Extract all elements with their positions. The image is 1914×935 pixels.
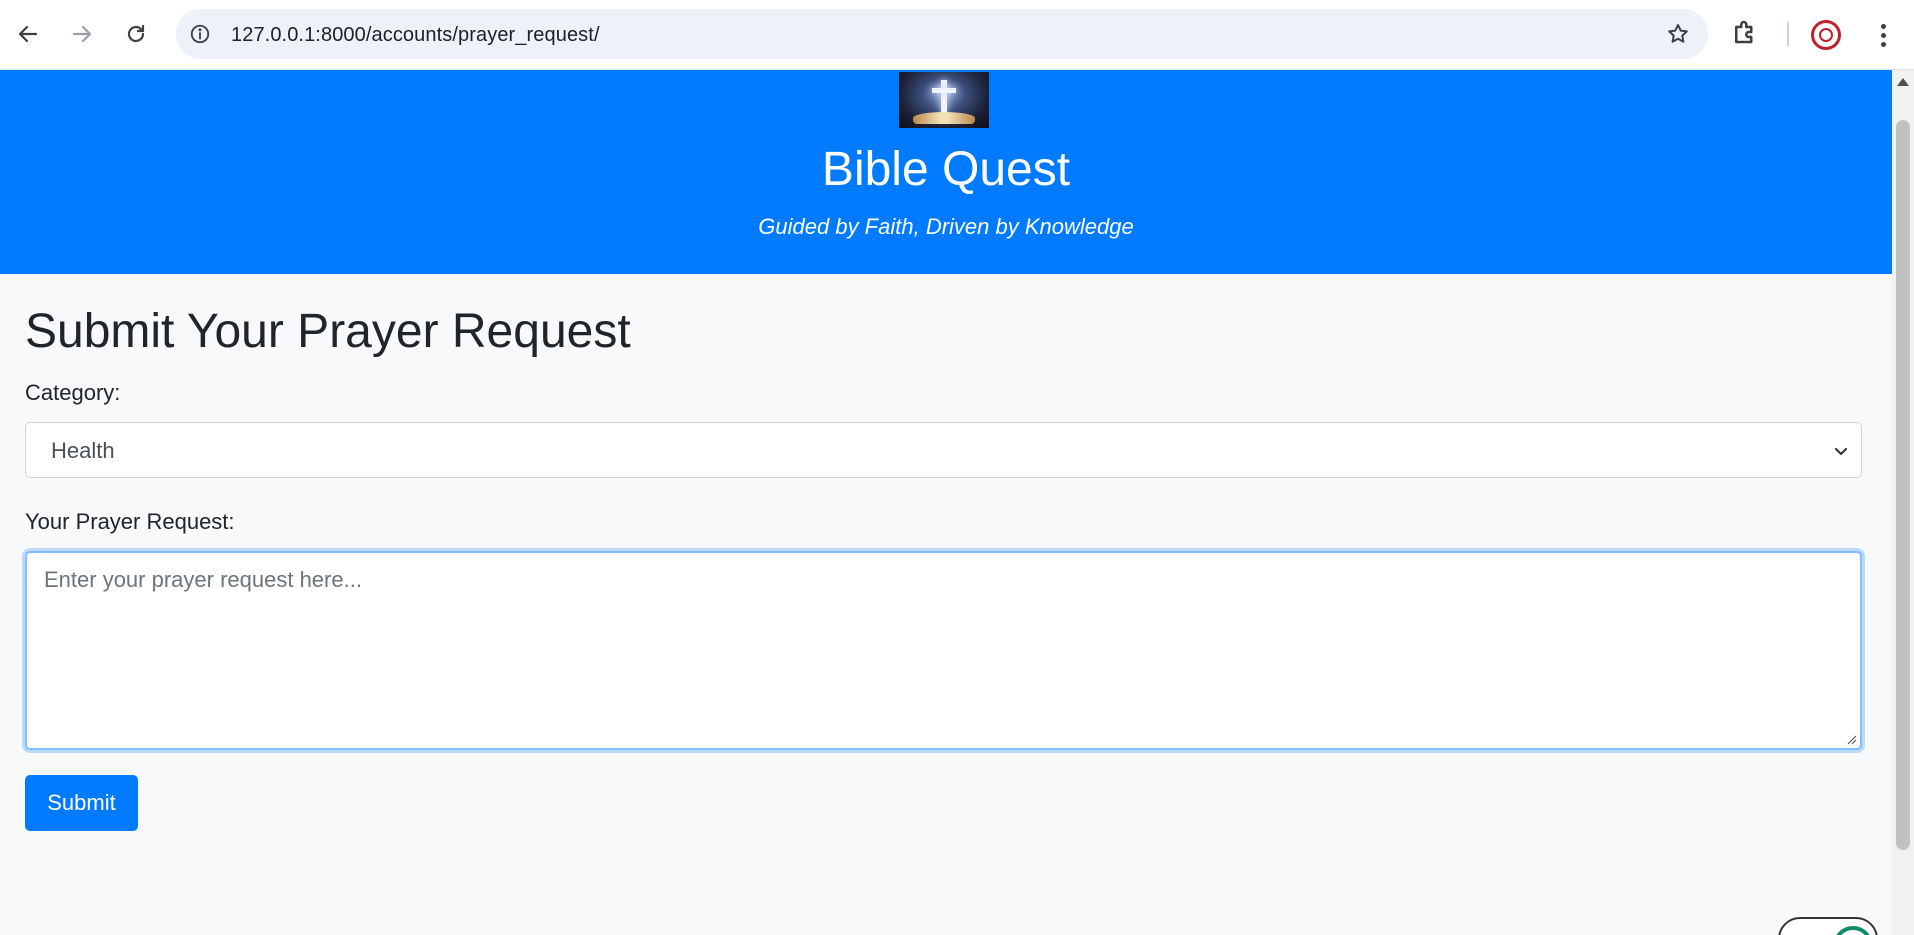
assistant-icon: [1833, 926, 1873, 935]
chevron-down-icon: [1831, 441, 1851, 461]
floating-assistant-widget[interactable]: [1778, 917, 1878, 935]
more-menu-icon[interactable]: [1868, 17, 1898, 53]
site-info-icon[interactable]: [188, 22, 212, 46]
site-title: Bible Quest: [821, 143, 1071, 196]
back-arrow-icon[interactable]: [8, 14, 48, 54]
extensions-icon[interactable]: [1730, 17, 1766, 53]
submit-button[interactable]: Submit: [25, 775, 138, 831]
page-scrollbar[interactable]: [1892, 70, 1914, 935]
prayer-request-textarea[interactable]: Enter your prayer request here...: [25, 551, 1862, 750]
profile-avatar[interactable]: [1811, 20, 1841, 50]
prayer-request-label: Your Prayer Request:: [25, 509, 235, 534]
toolbar-divider: [1787, 22, 1789, 46]
address-bar[interactable]: 127.0.0.1:8000/accounts/prayer_request/: [176, 9, 1708, 59]
reload-icon[interactable]: [116, 14, 156, 54]
scroll-up-arrow-icon[interactable]: [1897, 78, 1909, 86]
cross-and-bible-logo: [899, 72, 989, 128]
site-tagline: Guided by Faith, Driven by Knowledge: [758, 214, 1134, 239]
browser-toolbar: 127.0.0.1:8000/accounts/prayer_request/: [0, 0, 1914, 70]
scroll-thumb[interactable]: [1896, 120, 1910, 850]
prayer-request-placeholder: Enter your prayer request here...: [44, 567, 362, 592]
site-header: Bible Quest Guided by Faith, Driven by K…: [0, 70, 1892, 274]
url-text[interactable]: 127.0.0.1:8000/accounts/prayer_request/: [231, 24, 600, 47]
category-label: Category:: [25, 380, 121, 405]
resize-handle-icon[interactable]: [1845, 733, 1857, 745]
category-select[interactable]: Health: [25, 422, 1862, 478]
page-title: Submit Your Prayer Request: [25, 305, 631, 358]
bookmark-star-icon[interactable]: [1666, 22, 1690, 46]
category-selected-value: Health: [51, 438, 115, 463]
forward-arrow-icon[interactable]: [62, 14, 102, 54]
